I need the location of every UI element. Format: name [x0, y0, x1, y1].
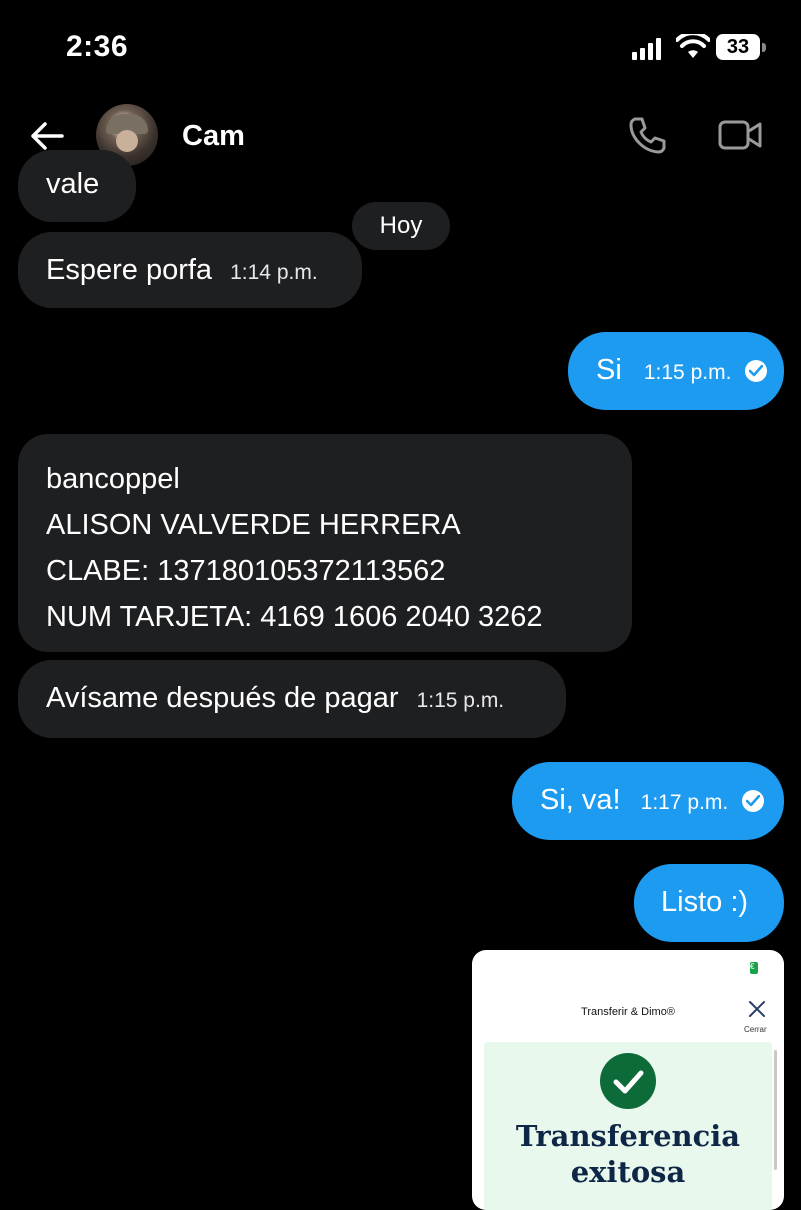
message-line: ALISON VALVERDE HERRERA: [46, 509, 461, 541]
wifi-icon: [676, 34, 710, 58]
message-bubble-incoming[interactable]: Avísame después de pagar 1:15 p.m.: [18, 660, 566, 738]
video-call-icon[interactable]: [718, 118, 762, 152]
battery-level: 33: [716, 34, 760, 60]
contact-name[interactable]: Cam: [182, 120, 245, 153]
close-icon: [749, 1001, 765, 1017]
close-label: Cerrar: [744, 1025, 767, 1034]
attachment-header-title: Transferir & Dimo®: [581, 1006, 675, 1018]
message-line: NUM TARJETA: 4169 1606 2040 3262: [46, 601, 543, 633]
message-bubble-incoming[interactable]: Espere porfa 1:14 p.m.: [18, 232, 362, 308]
message-line: CLABE: 137180105372113562: [46, 555, 446, 587]
day-separator: Hoy: [352, 202, 450, 250]
success-check-icon: [600, 1053, 656, 1109]
battery-icon: 33: [716, 34, 766, 60]
message-text: Avísame después de pagar: [46, 682, 399, 714]
message-timestamp: 1:17 p.m.: [640, 791, 729, 814]
success-headline-line: exitosa: [570, 1155, 686, 1189]
status-time: 2:36: [66, 30, 129, 63]
read-receipt-check-icon: [742, 790, 765, 813]
read-receipt-check-icon: [745, 360, 768, 383]
message-bubble-outgoing[interactable]: Si, va! 1:17 p.m.: [512, 762, 784, 840]
success-headline-line: Transferencia: [515, 1119, 741, 1153]
cellular-signal-icon: [632, 38, 662, 60]
phone-call-icon[interactable]: [626, 114, 668, 156]
message-line: bancoppel: [46, 463, 180, 495]
message-text: Listo :): [661, 886, 749, 918]
message-text: Si, va!: [540, 784, 621, 816]
message-timestamp: 1:15 p.m.: [643, 361, 732, 384]
success-headline: Transferencia exitosa: [472, 1118, 784, 1190]
message-bubble-incoming[interactable]: vale: [18, 150, 136, 222]
message-text: Si: [596, 354, 622, 386]
message-timestamp: 1:15 p.m.: [416, 689, 505, 712]
message-timestamp: 1:14 p.m.: [230, 261, 318, 284]
app-badge: €: [750, 962, 758, 974]
message-text: Espere porfa: [46, 254, 213, 286]
image-attachment[interactable]: € Transferir & Dimo® Cerrar Transferenci…: [472, 950, 784, 1210]
message-bubble-incoming[interactable]: bancoppel ALISON VALVERDE HERRERA CLABE:…: [18, 434, 632, 652]
message-text: vale: [46, 168, 100, 200]
message-bubble-outgoing[interactable]: Si 1:15 p.m.: [568, 332, 784, 410]
scrollbar: [774, 1050, 777, 1170]
message-bubble-outgoing[interactable]: Listo :): [634, 864, 784, 942]
